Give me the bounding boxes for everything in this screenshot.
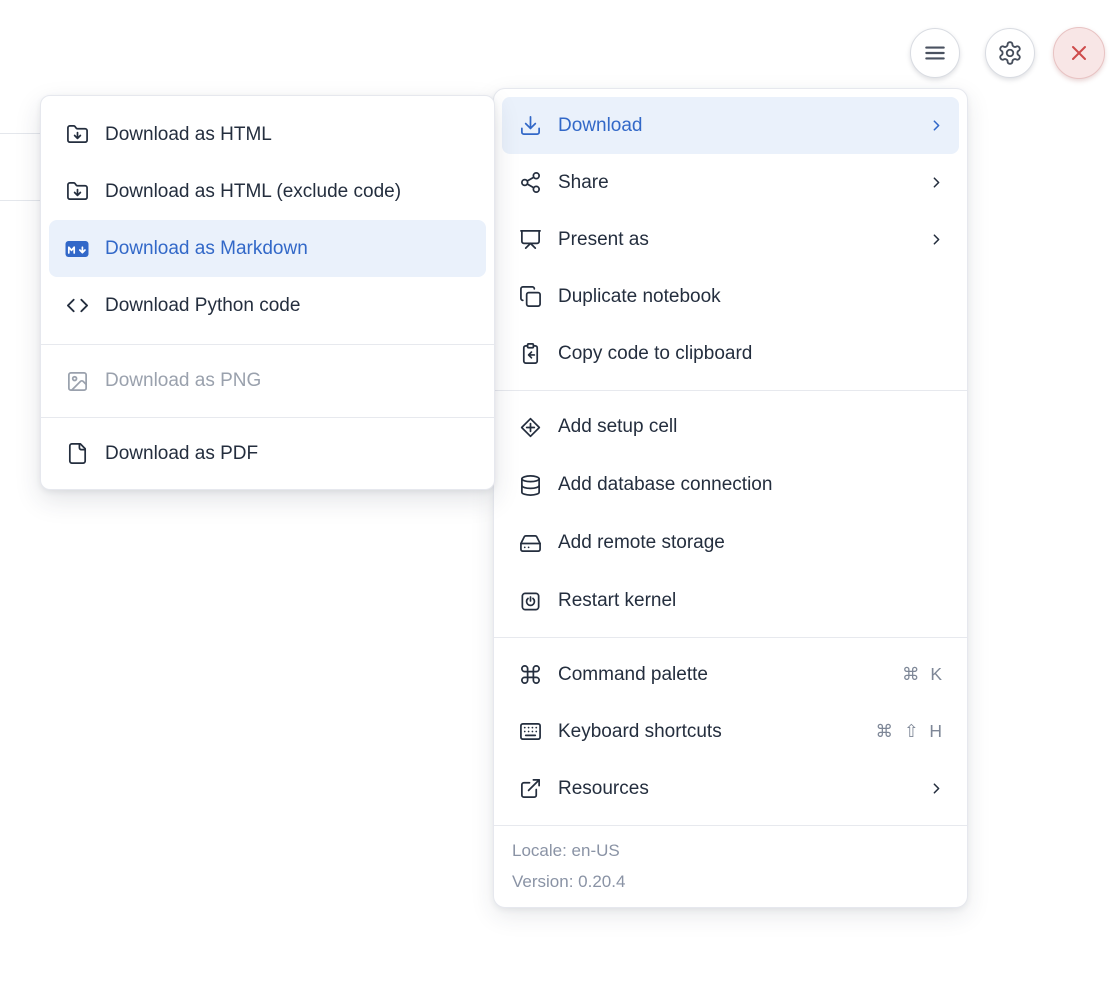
menu-item-add-setup-cell[interactable]: Add setup cell bbox=[502, 398, 959, 456]
clipboard-copy-icon bbox=[518, 342, 542, 366]
notebook-menu-button[interactable] bbox=[910, 28, 960, 78]
presentation-icon bbox=[518, 228, 542, 252]
page-divider-line bbox=[0, 133, 40, 134]
menu-item-label: Add setup cell bbox=[558, 416, 945, 438]
chevron-right-icon bbox=[927, 117, 945, 135]
locale-text: Locale: en-US bbox=[512, 835, 949, 866]
hamburger-icon bbox=[922, 40, 948, 66]
menu-section-actions: Download Share bbox=[494, 89, 967, 390]
shutdown-button[interactable] bbox=[1053, 27, 1105, 79]
page: Download Share bbox=[0, 0, 1118, 984]
markdown-icon bbox=[65, 237, 89, 261]
menu-item-label: Restart kernel bbox=[558, 590, 945, 612]
close-icon bbox=[1067, 41, 1091, 65]
menu-item-resources[interactable]: Resources bbox=[502, 760, 959, 817]
menu-item-label: Download bbox=[558, 115, 911, 137]
submenu-section-documents: Download as HTML Download as HTML (exclu… bbox=[41, 96, 494, 344]
external-link-icon bbox=[518, 777, 542, 801]
menu-item-label: Command palette bbox=[558, 664, 886, 686]
menu-item-add-database[interactable]: Add database connection bbox=[502, 456, 959, 514]
download-submenu: Download as HTML Download as HTML (exclu… bbox=[40, 95, 495, 490]
image-icon bbox=[65, 369, 89, 393]
menu-item-label: Download as PNG bbox=[105, 370, 472, 392]
gear-icon bbox=[997, 40, 1023, 66]
chevron-right-icon bbox=[927, 174, 945, 192]
power-square-icon bbox=[518, 589, 542, 613]
menu-section-add: Add setup cell Add database connection bbox=[494, 391, 967, 637]
hard-drive-icon bbox=[518, 531, 542, 555]
keyboard-icon bbox=[518, 720, 542, 744]
menu-item-label: Download as HTML (exclude code) bbox=[105, 181, 472, 203]
menu-item-copy-code[interactable]: Copy code to clipboard bbox=[502, 325, 959, 382]
page-divider-line bbox=[0, 200, 40, 201]
menu-item-command-palette[interactable]: Command palette ⌘ K bbox=[502, 646, 959, 703]
share-icon bbox=[518, 171, 542, 195]
menu-item-label: Present as bbox=[558, 229, 911, 251]
notebook-actions-menu: Download Share bbox=[493, 88, 968, 908]
menu-item-download-html[interactable]: Download as HTML bbox=[49, 106, 486, 163]
menu-item-download-pdf[interactable]: Download as PDF bbox=[49, 425, 486, 482]
menu-item-label: Keyboard shortcuts bbox=[558, 721, 859, 743]
database-icon bbox=[518, 473, 542, 497]
menu-section-help: Command palette ⌘ K Keyboard shortcuts ⌘… bbox=[494, 638, 967, 825]
menu-item-restart-kernel[interactable]: Restart kernel bbox=[502, 572, 959, 630]
command-icon bbox=[518, 663, 542, 687]
menu-item-label: Download as HTML bbox=[105, 124, 472, 146]
menu-item-download-png: Download as PNG bbox=[49, 352, 486, 410]
copy-icon bbox=[518, 285, 542, 309]
menu-item-label: Download as PDF bbox=[105, 443, 472, 465]
code-icon bbox=[65, 294, 89, 318]
diamond-plus-icon bbox=[518, 415, 542, 439]
submenu-section-pdf: Download as PDF bbox=[41, 418, 494, 489]
menu-item-label: Duplicate notebook bbox=[558, 286, 945, 308]
menu-item-add-remote-storage[interactable]: Add remote storage bbox=[502, 514, 959, 572]
menu-item-download[interactable]: Download bbox=[502, 97, 959, 154]
menu-item-label: Download as Markdown bbox=[105, 238, 472, 260]
folder-down-icon bbox=[65, 180, 89, 204]
menu-item-share[interactable]: Share bbox=[502, 154, 959, 211]
download-icon bbox=[518, 114, 542, 138]
menu-item-download-html-exclude-code[interactable]: Download as HTML (exclude code) bbox=[49, 163, 486, 220]
chevron-right-icon bbox=[927, 231, 945, 249]
menu-item-download-python[interactable]: Download Python code bbox=[49, 277, 486, 334]
menu-item-keyboard-shortcuts[interactable]: Keyboard shortcuts ⌘ ⇧ H bbox=[502, 703, 959, 760]
settings-button[interactable] bbox=[985, 28, 1035, 78]
menu-item-present-as[interactable]: Present as bbox=[502, 211, 959, 268]
menu-item-label: Share bbox=[558, 172, 911, 194]
menu-item-label: Download Python code bbox=[105, 295, 472, 317]
menu-footer: Locale: en-US Version: 0.20.4 bbox=[494, 826, 967, 907]
menu-item-label: Add remote storage bbox=[558, 532, 945, 554]
folder-down-icon bbox=[65, 123, 89, 147]
menu-item-label: Add database connection bbox=[558, 474, 945, 496]
menu-item-duplicate-notebook[interactable]: Duplicate notebook bbox=[502, 268, 959, 325]
menu-item-label: Resources bbox=[558, 778, 911, 800]
file-icon bbox=[65, 442, 89, 466]
submenu-section-png: Download as PNG bbox=[41, 345, 494, 417]
menu-item-label: Copy code to clipboard bbox=[558, 343, 945, 365]
shortcut-hint: ⌘ K bbox=[902, 664, 945, 685]
shortcut-hint: ⌘ ⇧ H bbox=[875, 721, 945, 742]
chevron-right-icon bbox=[927, 780, 945, 798]
menu-item-download-markdown[interactable]: Download as Markdown bbox=[49, 220, 486, 277]
version-text: Version: 0.20.4 bbox=[512, 866, 949, 897]
